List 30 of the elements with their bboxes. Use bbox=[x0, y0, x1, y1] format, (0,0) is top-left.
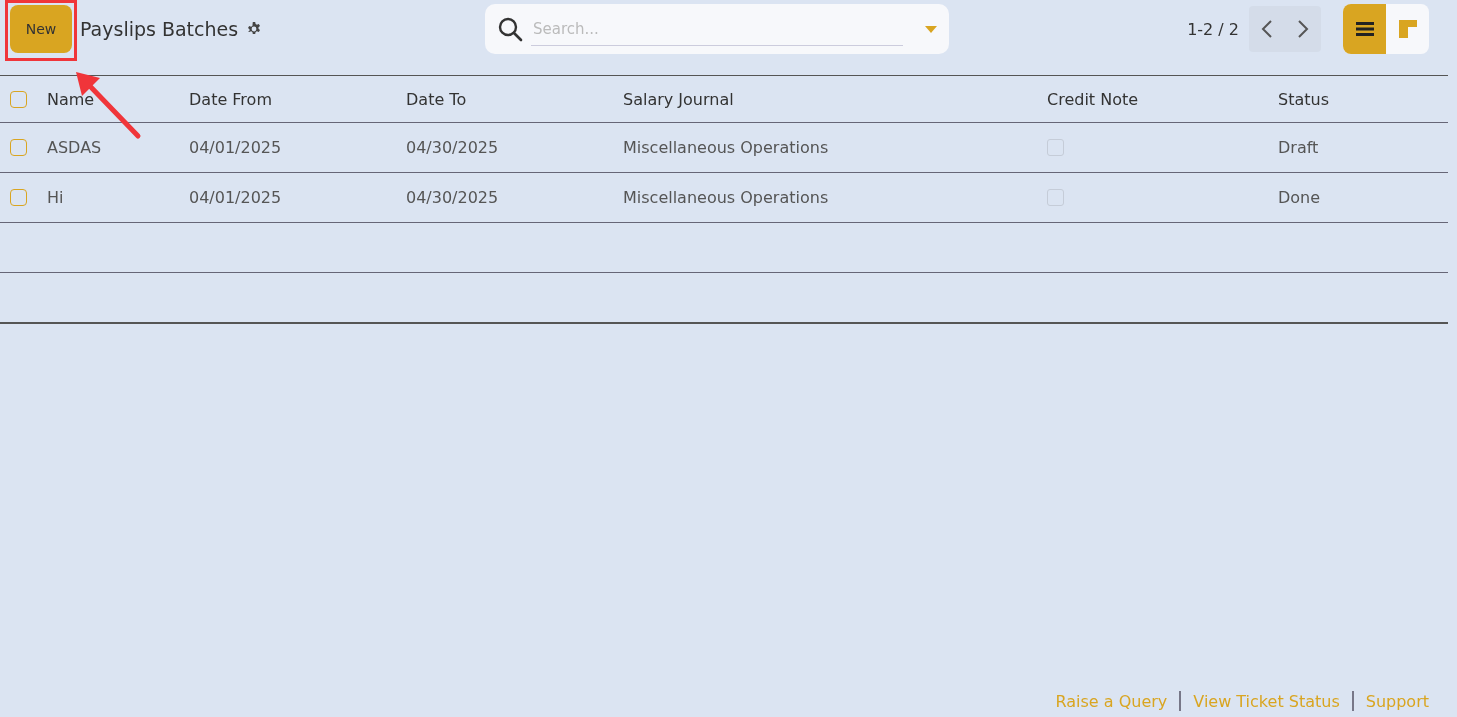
table-cell-text: Miscellaneous Operations bbox=[623, 188, 830, 207]
table-cell-text: Draft bbox=[1278, 138, 1320, 157]
column-header[interactable]: Credit Note bbox=[1047, 89, 1278, 109]
table-cell-text: Hi bbox=[47, 188, 65, 207]
table-cell-text: ASDAS bbox=[47, 138, 103, 157]
select-all-checkbox[interactable] bbox=[10, 90, 27, 108]
table-cell-text: Miscellaneous Operations bbox=[623, 138, 830, 157]
row-checkbox[interactable] bbox=[10, 139, 27, 156]
column-header[interactable]: Salary Journal bbox=[623, 89, 1047, 109]
table-cell-text: Done bbox=[1278, 188, 1322, 207]
search-icon bbox=[497, 16, 523, 42]
kanban-icon bbox=[1398, 20, 1417, 38]
table-cell-text: 04/30/2025 bbox=[406, 188, 500, 207]
search-field[interactable]: Search... bbox=[485, 4, 949, 54]
dropdown-caret-icon[interactable] bbox=[925, 25, 937, 33]
table-cell-text: 04/30/2025 bbox=[406, 138, 500, 157]
list-view-button[interactable] bbox=[1343, 4, 1386, 54]
column-header[interactable]: Date From bbox=[189, 89, 406, 109]
column-header[interactable]: Date To bbox=[406, 89, 623, 109]
table-cell-text: 04/01/2025 bbox=[189, 138, 283, 157]
column-header[interactable]: Status bbox=[1278, 89, 1448, 109]
list-icon bbox=[1355, 22, 1374, 36]
settings-icon[interactable] bbox=[246, 21, 263, 37]
highlight-frame bbox=[5, 0, 77, 61]
pager-count: 1-2 / 2 bbox=[1187, 19, 1239, 39]
row-checkbox[interactable] bbox=[10, 189, 27, 206]
table-cell-text: 04/01/2025 bbox=[189, 188, 283, 207]
column-header[interactable]: Name bbox=[47, 89, 189, 109]
page-title: Payslips Batches bbox=[80, 18, 239, 40]
new-button[interactable]: New bbox=[10, 5, 72, 53]
